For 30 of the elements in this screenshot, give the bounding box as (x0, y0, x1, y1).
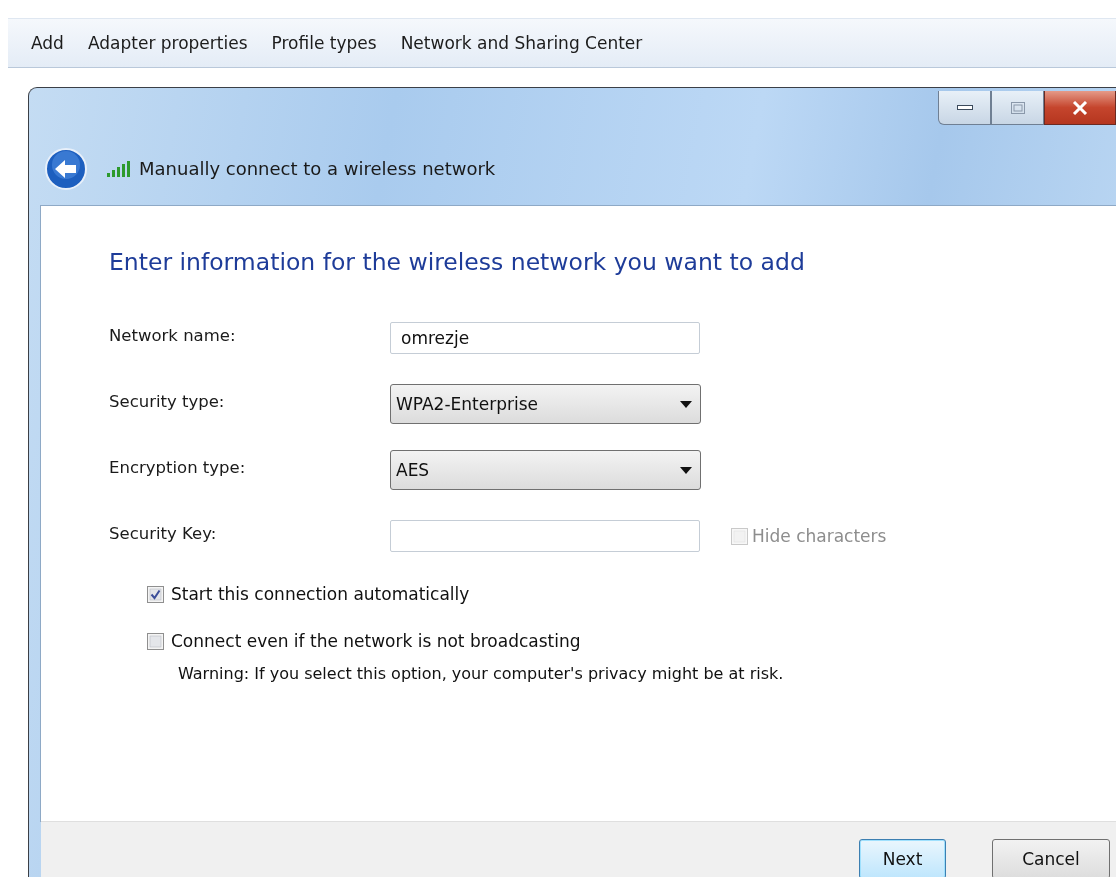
dialog-button[interactable]: Next (859, 839, 946, 877)
dropdown[interactable]: WPA2-Enterprise (390, 384, 701, 424)
field-label: Network name: (109, 325, 237, 345)
text-field[interactable] (390, 520, 700, 552)
dropdown[interactable]: AES (390, 450, 701, 490)
warning-text: Warning: If you select this option, your computer's privacy might be at risk. (178, 664, 785, 683)
dropdown-arrow-icon (680, 400, 692, 408)
close-button[interactable] (1044, 91, 1116, 125)
field-label: Security type: (109, 391, 226, 411)
dialog-button[interactable]: Cancel (992, 839, 1110, 877)
toolbar-button[interactable]: Network and Sharing Center (389, 27, 654, 59)
dropdown-arrow-icon (680, 466, 692, 474)
checkbox-label: Connect even if the network is not broadcasting (171, 631, 581, 651)
field-label: Security Key: (109, 523, 218, 543)
maximize-icon (1010, 101, 1025, 114)
text-field[interactable]: omrezje (390, 322, 700, 354)
checkbox-label: Hide characters (752, 526, 887, 546)
close-icon (1072, 100, 1088, 115)
toolbar-button[interactable]: Add (20, 27, 75, 59)
checkbox-label: Start this connection automatically (171, 584, 470, 604)
signal-bars-icon (107, 160, 131, 177)
checkbox[interactable] (147, 632, 164, 650)
window-title: Manually connect to a wireless network (139, 158, 496, 179)
toolbar-button[interactable]: Profile types (260, 27, 388, 59)
minimize-icon (956, 104, 973, 111)
toolbar-button[interactable]: Adapter properties (76, 27, 259, 59)
checkbox[interactable] (147, 585, 164, 603)
page-heading: Enter information for the wireless network you want to add (109, 248, 806, 276)
minimize-button[interactable] (938, 91, 991, 125)
field-label: Encryption type: (109, 457, 247, 477)
